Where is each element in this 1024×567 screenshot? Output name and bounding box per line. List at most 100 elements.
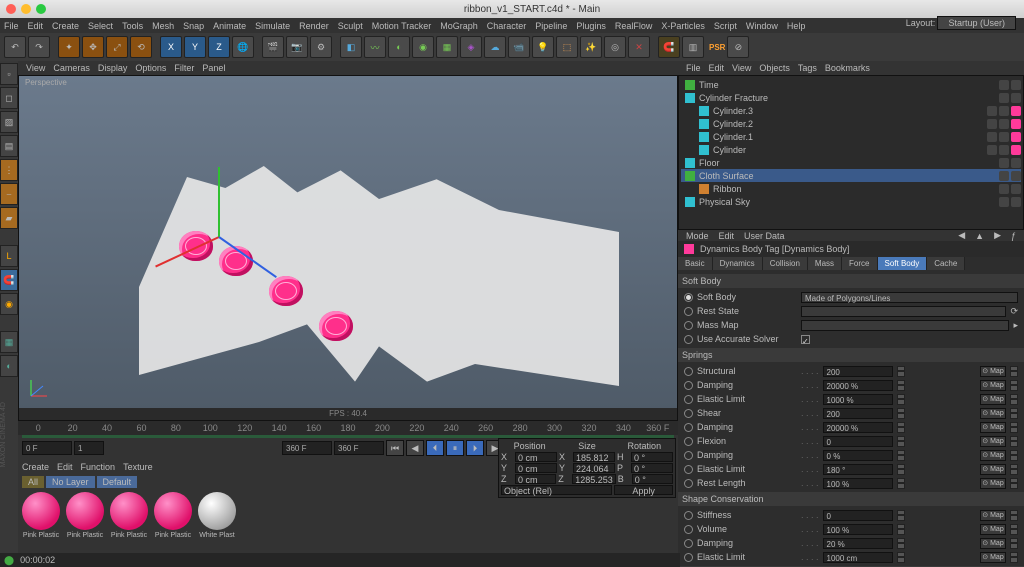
stepper[interactable] [897,510,905,521]
render-view[interactable]: 🎬 [262,36,284,58]
param-input[interactable]: 0 % [823,450,893,461]
param-input[interactable]: 0 [823,436,893,447]
param-radio[interactable] [684,511,693,520]
environment[interactable]: ☁ [484,36,506,58]
apply-button[interactable]: Apply [614,485,673,495]
xp-btn[interactable]: ✕ [628,36,650,58]
prev-frame-button[interactable]: ⏴ [426,440,444,456]
vis-tag[interactable] [987,145,997,155]
object-row[interactable]: Time [681,78,1021,91]
stepper[interactable] [897,380,905,391]
redo-button[interactable]: ↷ [28,36,50,58]
object-mode[interactable]: ◻ [0,87,18,109]
material-preview[interactable]: White Plast [198,492,236,539]
play-button[interactable]: ⏸ [446,440,464,456]
stepper[interactable] [897,538,905,549]
scale-tool[interactable]: ⤢ [106,36,128,58]
vis-tag[interactable] [1011,184,1021,194]
axis-y-toggle[interactable]: Y [184,36,206,58]
menu-window[interactable]: Window [746,21,778,31]
map-stepper[interactable] [1010,408,1018,419]
perspective-viewport[interactable]: Perspective FPS : 40.4 [18,75,678,421]
rot-p-input[interactable]: 0 ° [631,463,673,473]
mat-tag-nolayer[interactable]: No Layer [46,476,95,488]
mat-tag-all[interactable]: All [22,476,44,488]
solver-radio[interactable] [684,335,693,344]
stepper[interactable] [897,464,905,475]
param-radio[interactable] [684,437,693,446]
om-edit[interactable]: Edit [709,63,725,73]
render-settings[interactable]: ⚙ [310,36,332,58]
menu-file[interactable]: File [4,21,19,31]
next-frame-button[interactable]: ⏵ [466,440,484,456]
material-tag[interactable] [1011,119,1021,129]
object-row[interactable]: Cylinder Fracture [681,91,1021,104]
tab-cache[interactable]: Cache [927,257,965,270]
param-input[interactable]: 200 [823,408,893,419]
om-view[interactable]: View [732,63,751,73]
reststate-radio[interactable] [684,307,693,316]
menu-mograph[interactable]: MoGraph [440,21,478,31]
deformer[interactable]: ◈ [460,36,482,58]
menu-snap[interactable]: Snap [183,21,204,31]
coord-mode-select[interactable]: Object (Rel) [501,485,612,495]
map-stepper[interactable] [1010,436,1018,447]
mat-function-menu[interactable]: Function [81,462,116,472]
tab-force[interactable]: Force [842,257,877,270]
param-radio[interactable] [684,409,693,418]
param-input[interactable]: 20000 % [823,422,893,433]
param-input[interactable]: 100 % [823,478,893,489]
viewport-solo[interactable]: ▦ [0,331,18,353]
mat-tag-default[interactable]: Default [97,476,138,488]
material-preview[interactable]: Pink Plastic [110,492,148,539]
vis-tag[interactable] [1011,93,1021,103]
map-button[interactable]: ⊙ Map [980,422,1006,433]
snap-toggle[interactable]: 🧲 [658,36,680,58]
zoom-icon[interactable] [36,4,46,14]
reststate-field[interactable] [801,306,1006,317]
softbody-radio[interactable] [684,293,693,302]
map-stepper[interactable] [1010,510,1018,521]
start-frame-input[interactable] [22,441,72,455]
param-radio[interactable] [684,395,693,404]
axis-x-toggle[interactable]: X [160,36,182,58]
vis-tag[interactable] [999,158,1009,168]
object-row[interactable]: Cloth Surface [681,169,1021,182]
stepper[interactable] [897,450,905,461]
vis-tag[interactable] [999,119,1009,129]
menu-character[interactable]: Character [487,21,527,31]
massmap-radio[interactable] [684,321,693,330]
map-stepper[interactable] [1010,394,1018,405]
size-y-input[interactable]: 224.064 cm [573,463,615,473]
options-menu[interactable]: Options [135,63,166,73]
vis-tag[interactable] [1011,171,1021,181]
menu-realflow[interactable]: RealFlow [615,21,653,31]
om-bookmarks[interactable]: Bookmarks [825,63,870,73]
size-x-input[interactable]: 185.812 cm [573,452,615,462]
edges-mode[interactable]: ⎯ [0,183,18,205]
vis-tag[interactable] [1011,80,1021,90]
coord-system[interactable]: 🌐 [232,36,254,58]
move-tool[interactable]: ✥ [82,36,104,58]
pos-z-input[interactable]: 0 cm [515,474,556,484]
stepper[interactable] [897,524,905,535]
display-menu[interactable]: Display [98,63,128,73]
minimize-icon[interactable] [21,4,31,14]
menu-tools[interactable]: Tools [122,21,143,31]
map-stepper[interactable] [1010,422,1018,433]
map-button[interactable]: ⊙ Map [980,408,1006,419]
model-mode[interactable]: ▫ [0,63,18,85]
param-radio[interactable] [684,553,693,562]
map-button[interactable]: ⊙ Map [980,524,1006,535]
object-row[interactable]: Floor [681,156,1021,169]
vis-tag[interactable] [999,106,1009,116]
mat-texture-menu[interactable]: Texture [123,462,153,472]
map-button[interactable]: ⊙ Map [980,478,1006,489]
map-stepper[interactable] [1010,464,1018,475]
menu-plugins[interactable]: Plugins [576,21,606,31]
prev-key-button[interactable]: ◀ [406,440,424,456]
param-input[interactable]: 180 ° [823,464,893,475]
object-row[interactable]: Cylinder.1 [681,130,1021,143]
map-stepper[interactable] [1010,380,1018,391]
soft-select[interactable]: ◉ [0,293,18,315]
